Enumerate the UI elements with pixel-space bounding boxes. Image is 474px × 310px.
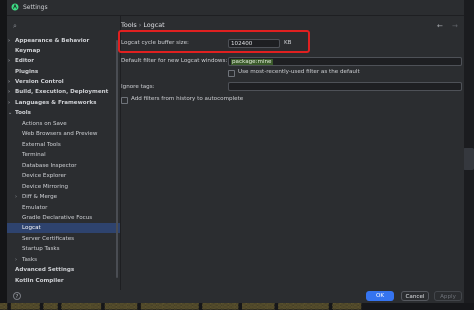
ide-left-gutter: [0, 0, 7, 310]
ide-side-tool-tab[interactable]: [463, 148, 474, 170]
use-mru-filter-label: Use most-recently-used filter as the def…: [238, 69, 360, 75]
default-filter-input[interactable]: package:mine: [228, 57, 462, 66]
tree-item-keymap[interactable]: Keymap: [15, 46, 40, 56]
tree-item-external-tools[interactable]: External Tools: [22, 140, 61, 150]
tree-item-database-inspector[interactable]: Database Inspector: [22, 161, 77, 171]
tree-item-version-control[interactable]: › Version Control: [8, 77, 64, 87]
ignore-tags-label: Ignore tags:: [121, 84, 155, 90]
tree-item-actions-on-save[interactable]: Actions on Save: [22, 119, 67, 129]
chevron-right-icon: ›: [8, 100, 11, 106]
cancel-button[interactable]: Cancel: [401, 291, 429, 301]
tree-item-device-explorer[interactable]: Device Explorer: [22, 171, 66, 181]
tree-item-editor[interactable]: › Editor: [8, 56, 34, 66]
dialog-footer: ? OK Cancel Apply: [7, 290, 464, 303]
chevron-right-icon: ›: [8, 79, 11, 85]
chevron-down-icon: ⌄: [8, 110, 13, 116]
chevron-right-icon: ›: [15, 194, 17, 200]
settings-tree: › Appearance & Behavior Keymap › Editor Pl…: [7, 36, 120, 288]
settings-dialog: Settings ⌕ › Appearance & Behavior Keymap…: [7, 0, 464, 303]
ok-button[interactable]: OK: [366, 291, 394, 301]
tree-item-tools[interactable]: ⌄ Tools: [8, 108, 31, 118]
chevron-right-icon: ›: [15, 257, 17, 263]
tree-item-gradle-declarative-focus[interactable]: Gradle Declarative Focus: [22, 213, 92, 223]
chevron-right-icon: ›: [8, 58, 11, 64]
title-bar: Settings: [7, 0, 464, 16]
tree-item-web-browsers[interactable]: Web Browsers and Preview: [22, 129, 97, 139]
breadcrumb: Tools › Logcat: [121, 21, 165, 29]
add-history-filters-checkbox[interactable]: [121, 97, 128, 104]
add-history-filters-label: Add filters from history to autocomplete: [131, 96, 244, 102]
tree-item-build-execution-deployment[interactable]: › Build, Execution, Deployment: [8, 87, 108, 97]
use-mru-filter-checkbox[interactable]: [228, 70, 235, 77]
apply-button[interactable]: Apply: [434, 291, 462, 301]
breadcrumb-parent[interactable]: Tools: [121, 21, 137, 29]
tree-item-diff-merge[interactable]: › Diff & Merge: [15, 192, 57, 202]
tree-item-languages-frameworks[interactable]: › Languages & Frameworks: [8, 98, 96, 108]
editor-bottom-text: ▒▒ ▒▒▒▒▒▒▒▒ ▒▒▒▒ ▒▒▒▒▒▒▒▒▒▒▒ ▒▒▒▒▒▒▒▒▒ ▒…: [0, 303, 362, 310]
tree-item-emulator[interactable]: Emulator: [22, 203, 47, 213]
android-studio-icon: [11, 3, 19, 11]
tree-item-kotlin-compiler[interactable]: Kotlin Compiler: [15, 276, 64, 286]
chevron-right-icon: ›: [8, 89, 11, 95]
tree-item-tasks[interactable]: › Tasks: [15, 255, 37, 265]
default-filter-label: Default filter for new Logcat windows:: [121, 58, 228, 64]
filter-value: package:mine: [231, 59, 273, 65]
tree-item-startup-tasks[interactable]: Startup Tasks: [22, 244, 60, 254]
tree-item-server-certificates[interactable]: Server Certificates: [22, 234, 74, 244]
ignore-tags-input[interactable]: [228, 82, 462, 91]
tree-item-plugins[interactable]: Plugins: [15, 67, 38, 77]
tree-item-logcat[interactable]: Logcat: [7, 223, 120, 233]
search-icon: ⌕: [13, 22, 17, 30]
forward-arrow-icon[interactable]: →: [452, 22, 458, 30]
chevron-right-icon: ›: [8, 38, 11, 44]
tree-item-appearance-behavior[interactable]: › Appearance & Behavior: [8, 36, 89, 46]
window-title: Settings: [23, 4, 48, 11]
breadcrumb-current: Logcat: [143, 21, 165, 29]
back-arrow-icon[interactable]: ←: [437, 22, 443, 30]
tree-scrollbar[interactable]: [116, 40, 118, 278]
help-icon[interactable]: ?: [13, 292, 21, 300]
settings-search-field[interactable]: ⌕: [13, 22, 111, 33]
editor-bottom-strip: ▒▒ ▒▒▒▒▒▒▒▒ ▒▒▒▒ ▒▒▒▒▒▒▒▒▒▒▒ ▒▒▒▒▒▒▒▒▒ ▒…: [0, 303, 474, 310]
tree-item-terminal[interactable]: Terminal: [22, 150, 46, 160]
tree-item-advanced-settings[interactable]: Advanced Settings: [15, 265, 74, 275]
tree-item-device-mirroring[interactable]: Device Mirroring: [22, 182, 68, 192]
annotation-highlight-box: [118, 30, 310, 53]
